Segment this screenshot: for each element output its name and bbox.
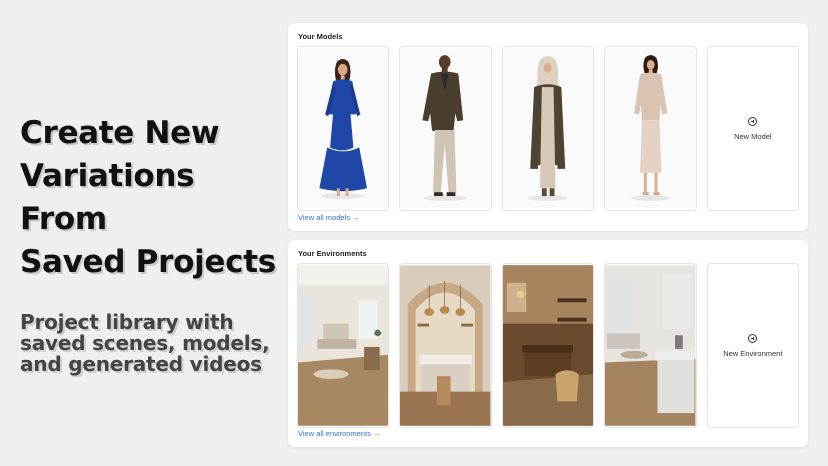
plus-circle-icon — [748, 116, 758, 126]
view-all-environments-link[interactable]: View all environments → — [298, 429, 380, 438]
environment-image — [400, 265, 491, 426]
model-card[interactable] — [604, 46, 697, 211]
new-environment-button[interactable]: New Environment — [706, 263, 800, 428]
plus-circle-icon — [748, 333, 758, 343]
promo-title-line: Variations From — [20, 158, 195, 237]
model-image — [298, 48, 389, 209]
environment-image — [605, 265, 696, 426]
environment-card[interactable] — [297, 263, 390, 428]
environments-grid: New Environment — [297, 263, 800, 428]
model-image — [400, 48, 491, 209]
new-model-button[interactable]: New Model — [706, 46, 800, 211]
models-title: Your Models — [298, 32, 343, 41]
promo-subtitle-line: Project library with — [20, 310, 234, 334]
new-environment-label: New Environment — [723, 348, 783, 358]
view-all-models-link[interactable]: View all models → — [298, 213, 360, 222]
promo-subtitle-line: saved scenes, models, — [20, 331, 270, 355]
models-grid: New Model — [297, 46, 800, 211]
environment-image — [298, 265, 389, 426]
environment-card[interactable] — [501, 263, 595, 428]
environments-title: Your Environments — [298, 249, 367, 258]
environment-image — [502, 265, 594, 426]
promo-title-line: Create New — [20, 115, 220, 151]
model-image — [502, 48, 594, 209]
environment-card[interactable] — [399, 263, 492, 428]
promo-title-line: Saved Projects — [20, 244, 276, 280]
model-card[interactable] — [501, 46, 595, 211]
model-image — [605, 48, 696, 209]
promo-subtitle-line: and generated videos — [20, 352, 262, 376]
promo-subtitle: Project library with saved scenes, model… — [20, 312, 282, 375]
environment-card[interactable] — [604, 263, 697, 428]
models-panel: Your Models New Model View all models → — [288, 23, 808, 231]
environments-panel: Your Environments New Environment View a… — [288, 240, 808, 447]
promo-text: Create New Variations From Saved Project… — [20, 112, 282, 375]
model-card[interactable] — [399, 46, 492, 211]
new-model-label: New Model — [734, 131, 772, 141]
promo-title: Create New Variations From Saved Project… — [20, 112, 282, 284]
model-card[interactable] — [297, 46, 390, 211]
